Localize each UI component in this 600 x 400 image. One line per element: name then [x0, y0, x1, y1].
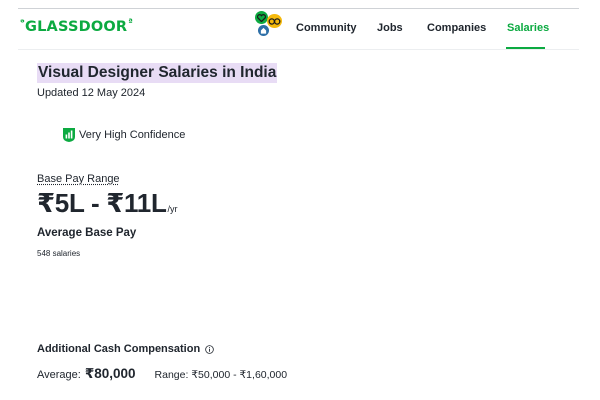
- info-icon[interactable]: [205, 344, 214, 354]
- owl-icon: [267, 14, 282, 28]
- additional-cash-label: Additional Cash Compensation: [37, 343, 201, 355]
- updated-date: Updated 12 May 2024: [37, 87, 146, 99]
- additional-range-label: Range:: [154, 369, 189, 381]
- base-pay-range-label[interactable]: Base Pay Range: [37, 173, 120, 185]
- nav-community[interactable]: Community: [296, 22, 357, 34]
- nav-companies[interactable]: Companies: [427, 22, 486, 34]
- glassdoor-logo[interactable]: ᵊGLASSDOORª: [20, 17, 133, 35]
- home-icon: [258, 25, 269, 36]
- additional-average-label: Average:: [37, 369, 81, 381]
- nav-salaries[interactable]: Salaries: [507, 22, 549, 34]
- logo-text: GLASSDOOR: [25, 19, 128, 35]
- bar-chart-shield-icon: [63, 128, 75, 142]
- confidence-badge: Very High Confidence: [63, 128, 185, 142]
- logo-registered-mark: ª: [128, 17, 133, 26]
- header-divider: [18, 49, 579, 50]
- site-header: ᵊGLASSDOORª Community Jobs Companies Sal…: [0, 9, 600, 50]
- heart-icon: [255, 11, 268, 24]
- base-pay-range: ₹5L - ₹11L /yr: [37, 188, 178, 219]
- nav-jobs[interactable]: Jobs: [377, 22, 403, 34]
- base-pay-unit: /yr: [167, 204, 178, 214]
- additional-range-value: ₹50,000 - ₹1,60,000: [191, 369, 288, 381]
- community-icons-cluster[interactable]: [252, 11, 284, 39]
- average-base-pay-label: Average Base Pay: [37, 227, 137, 239]
- additional-average-value: ₹80,000: [84, 366, 136, 381]
- additional-cash-summary: Average: ₹80,000 Range: ₹50,000 - ₹1,60,…: [37, 366, 287, 382]
- page-title: Visual Designer Salaries in India: [37, 63, 278, 83]
- additional-cash-heading: Additional Cash Compensation: [37, 343, 214, 355]
- base-pay-range-value: ₹5L - ₹11L: [37, 188, 167, 218]
- confidence-label: Very High Confidence: [79, 129, 186, 141]
- logo-mark: ᵊ: [20, 18, 25, 29]
- salary-count: 548 salaries: [37, 249, 81, 258]
